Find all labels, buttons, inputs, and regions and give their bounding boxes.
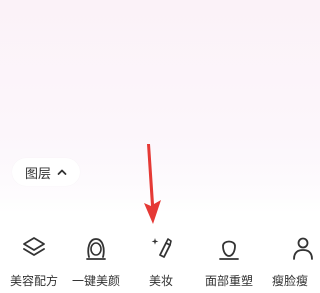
lipstick-sparkle-icon (148, 235, 174, 261)
chevron-up-icon (57, 169, 67, 175)
layers-stack-icon (21, 235, 47, 261)
toolbar-item-label: 美容配方 (9, 274, 58, 288)
toolbar-item-label: 面部重塑 (204, 274, 253, 288)
toolbar-item-label: 瘦脸瘦 (272, 274, 309, 288)
layers-button-label: 图层 (24, 166, 51, 182)
toolbar-item-label: 美妆 (148, 274, 173, 288)
body-reshape-icon (290, 235, 316, 261)
toolbar-item-makeup[interactable]: 美妆 (130, 230, 192, 293)
toolbar-item-beauty-recipe[interactable]: 美容配方 (3, 230, 65, 293)
face-reshape-icon (216, 235, 242, 261)
toolbar-item-one-click-beauty[interactable]: 一键美颜 (65, 230, 127, 293)
toolbar-item-label: 一键美颜 (71, 274, 120, 288)
toolbar-item-face-reshape[interactable]: 面部重塑 (198, 230, 260, 293)
bottom-toolbar: 美容配方 一键美颜 美妆 面部重塑 瘦脸瘦 (0, 230, 313, 293)
face-outline-icon (83, 235, 109, 261)
toolbar-item-body-slim[interactable]: 瘦脸瘦 (266, 230, 320, 293)
layers-button[interactable]: 图层 (12, 158, 80, 186)
red-arrow-annotation (144, 144, 161, 224)
